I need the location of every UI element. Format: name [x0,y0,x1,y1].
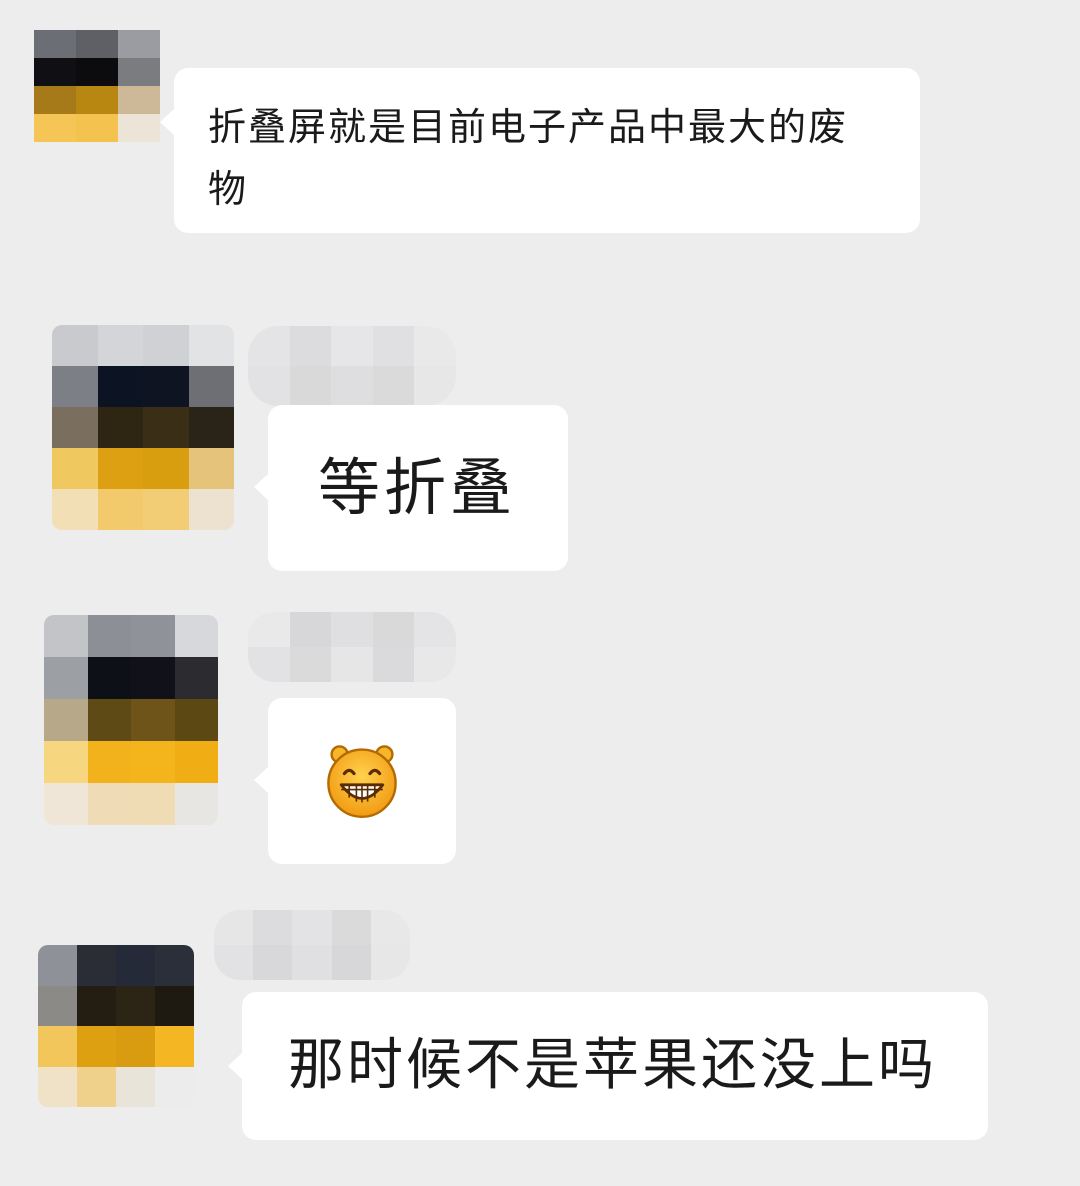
sender-name [248,612,456,682]
sender-name [214,910,410,980]
grinning-face-emoji-icon [327,745,397,818]
message-bubble[interactable]: 等折叠 [254,405,568,571]
message-text: 折叠屏就是目前电子产品中最大的废物 [208,105,849,211]
avatar[interactable] [38,945,194,1107]
message-bubble[interactable]: 折叠屏就是目前电子产品中最大的废物 [160,68,920,233]
message-text: 那时候不是苹果还没上吗 [288,1033,937,1098]
message-bubble[interactable]: 那时候不是苹果还没上吗 [228,992,988,1140]
message-text: 等折叠 [318,451,517,524]
chat-view: 折叠屏就是目前电子产品中最大的废物 等折叠 那时候不是苹果还没上吗 [0,0,1080,1186]
avatar[interactable] [52,325,234,530]
sender-name [248,326,456,406]
avatar[interactable] [44,615,218,825]
avatar[interactable] [34,30,160,142]
sticker-bubble[interactable] [254,698,456,864]
